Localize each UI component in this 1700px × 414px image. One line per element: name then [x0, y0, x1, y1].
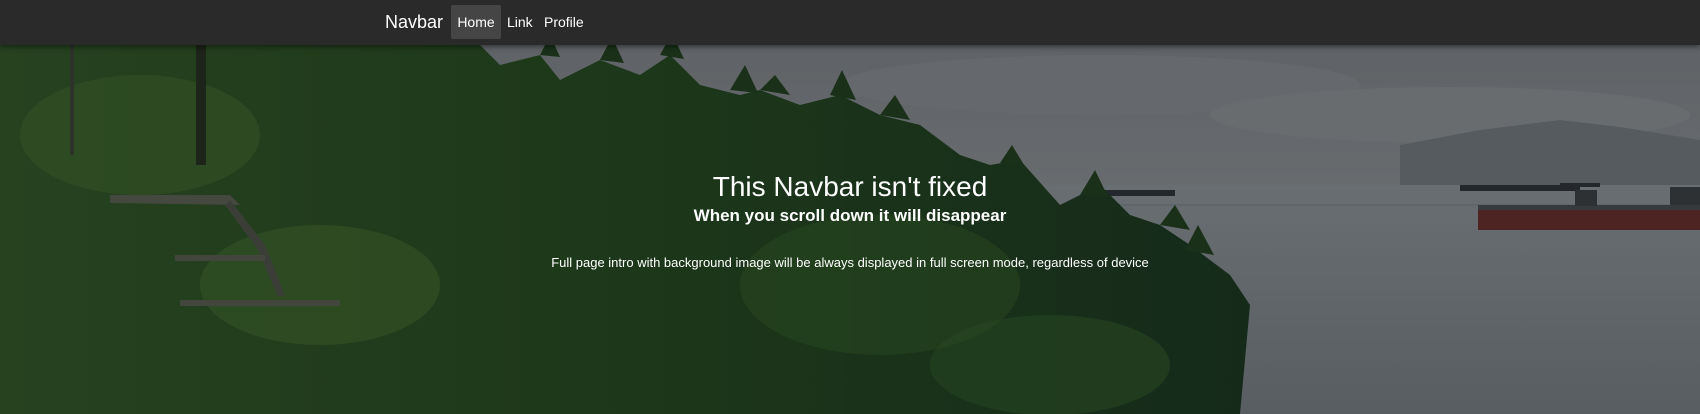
nav-item-profile[interactable]: Profile	[537, 5, 591, 39]
hero-section: This Navbar isn't fixed When you scroll …	[0, 45, 1700, 414]
nav-item-link[interactable]: Link	[500, 5, 540, 39]
nav-item-home[interactable]: Home	[451, 5, 501, 39]
page: Navbar Home Link Profile This Navbar isn…	[0, 0, 1700, 414]
navbar-brand[interactable]: Navbar	[385, 9, 443, 35]
hero-subtitle: When you scroll down it will disappear	[693, 206, 1007, 225]
hero-description: Full page intro with background image wi…	[551, 255, 1149, 270]
hero-dark-overlay	[0, 45, 1700, 414]
navbar: Navbar Home Link Profile	[0, 0, 1700, 45]
hero-title: This Navbar isn't fixed	[712, 171, 988, 202]
